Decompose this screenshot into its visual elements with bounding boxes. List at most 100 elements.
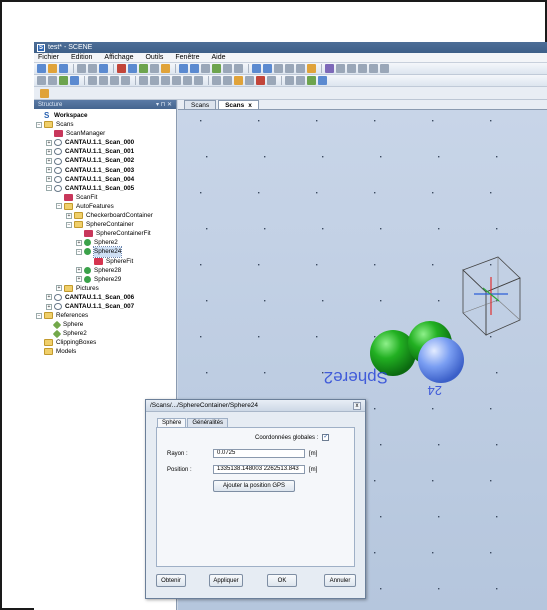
layers-icon[interactable] <box>325 64 334 73</box>
new-icon[interactable] <box>37 64 46 73</box>
view-persp-icon[interactable] <box>172 76 181 85</box>
view-top-icon[interactable] <box>139 76 148 85</box>
tree-item[interactable]: − Sphere24 <box>36 246 176 258</box>
tab-scans-1[interactable]: Scans <box>184 100 217 109</box>
grid-icon[interactable] <box>190 64 199 73</box>
tree-item[interactable]: ScanManager <box>36 129 176 138</box>
tree-item[interactable]: + Sphere28 <box>36 266 176 275</box>
zoom-icon[interactable] <box>347 64 356 73</box>
panel-controls[interactable]: ▾ ⊓ ✕ <box>156 101 172 108</box>
cylinder-icon[interactable] <box>285 64 294 73</box>
expand-icon[interactable]: + <box>46 148 52 155</box>
save-icon[interactable] <box>59 64 68 73</box>
tree-item[interactable]: − AutoFeatures <box>36 202 176 211</box>
collapse-icon[interactable]: − <box>66 221 72 228</box>
marker-icon[interactable] <box>307 64 316 73</box>
display-intensity-icon[interactable] <box>245 76 254 85</box>
collapse-icon[interactable]: − <box>36 121 42 128</box>
menu-aide[interactable]: Aide <box>212 54 226 61</box>
tree-item[interactable]: + CANTAU.1.1_Scan_006 <box>36 293 176 302</box>
tree-item[interactable]: + CANTAU.1.1_Scan_001 <box>36 147 176 156</box>
tree-item[interactable]: − SphereContainer <box>36 220 176 229</box>
plane-icon[interactable] <box>274 64 283 73</box>
tree-item[interactable]: + Sphere2 <box>36 238 176 247</box>
dialog-close-icon[interactable]: x <box>353 401 361 410</box>
clip-icon[interactable] <box>336 64 345 73</box>
position-field[interactable]: 1335138.148003 2262513.843 <box>213 465 305 474</box>
open-icon[interactable] <box>48 64 57 73</box>
pan-icon[interactable] <box>358 64 367 73</box>
collapse-icon[interactable]: − <box>76 248 82 255</box>
scan-place-icon[interactable] <box>59 76 68 85</box>
color-icon[interactable] <box>212 64 221 73</box>
tree-item[interactable]: SphereFit <box>36 257 176 266</box>
view-fit-icon[interactable] <box>194 76 203 85</box>
tree-item[interactable]: + Sphere29 <box>36 275 176 284</box>
ok-button[interactable]: OK <box>267 574 297 587</box>
view-right-icon[interactable] <box>121 76 130 85</box>
view-ortho-icon[interactable] <box>183 76 192 85</box>
workspace-icon[interactable] <box>307 76 316 85</box>
nav-forward-icon[interactable] <box>48 76 57 85</box>
tree-item[interactable]: + CANTAU.1.1_Scan_000 <box>36 138 176 147</box>
menu-affichage[interactable]: Affichage <box>104 54 133 61</box>
add-gps-position-button[interactable]: Ajouter la position GPS <box>213 480 295 492</box>
fullscreen-icon[interactable] <box>296 76 305 85</box>
collapse-icon[interactable]: − <box>46 185 52 192</box>
expand-icon[interactable]: + <box>46 294 52 301</box>
expand-icon[interactable]: + <box>76 276 82 283</box>
display-grid-icon[interactable] <box>267 76 276 85</box>
tree-item[interactable]: Models <box>36 347 176 356</box>
dialog-titlebar[interactable]: /Scans/.../SphereContainer/Sphere24 x <box>146 400 365 412</box>
measure-icon[interactable] <box>161 64 170 73</box>
expand-icon[interactable]: + <box>46 303 52 310</box>
sphere-tool-icon[interactable] <box>296 64 305 73</box>
display-color-icon[interactable] <box>234 76 243 85</box>
tree-item[interactable]: ScanFit <box>36 193 176 202</box>
expand-icon[interactable]: + <box>46 158 52 165</box>
coordinate-cube-icon[interactable] <box>462 256 521 336</box>
reset-view-icon[interactable] <box>380 64 389 73</box>
tree-item[interactable]: SphereContainerFit <box>36 229 176 238</box>
menu-edition[interactable]: Edition <box>71 54 92 61</box>
window-titlebar[interactable]: S test* - SCENE <box>34 42 547 53</box>
expand-icon[interactable]: + <box>56 285 62 292</box>
cancel-button[interactable]: Annuler <box>324 574 356 587</box>
expand-icon[interactable]: + <box>46 176 52 183</box>
apply-button[interactable]: Appliquer <box>209 574 243 587</box>
menu-fichier[interactable]: Fichier <box>38 54 59 61</box>
expand-icon[interactable]: + <box>76 239 82 246</box>
tree-item[interactable]: − CANTAU.1.1_Scan_005 <box>36 184 176 193</box>
nav-back-icon[interactable] <box>37 76 46 85</box>
global-coords-checkbox[interactable]: ✓ <box>322 434 330 441</box>
obtain-button[interactable]: Obtenir <box>156 574 186 587</box>
settings-icon[interactable] <box>318 76 327 85</box>
expand-icon[interactable]: + <box>46 167 52 174</box>
3d-view-icon[interactable] <box>139 64 148 73</box>
collapse-icon[interactable]: − <box>36 312 42 319</box>
select-icon[interactable] <box>252 64 261 73</box>
view-bottom-icon[interactable] <box>150 76 159 85</box>
tree-item[interactable]: S Workspace <box>36 111 176 120</box>
tree-item[interactable]: + CANTAU.1.1_Scan_002 <box>36 156 176 165</box>
help-icon[interactable] <box>99 64 108 73</box>
tree-item[interactable]: ClippingBoxes <box>36 338 176 347</box>
scan-view-icon[interactable] <box>128 64 137 73</box>
tree-item[interactable]: − References <box>36 311 176 320</box>
display-points-icon[interactable] <box>212 76 221 85</box>
menu-outils[interactable]: Outils <box>145 54 163 61</box>
redo-icon[interactable] <box>88 64 97 73</box>
tree-item[interactable]: + CANTAU.1.1_Scan_007 <box>36 302 176 311</box>
expand-icon[interactable]: + <box>76 267 82 274</box>
panel-toggle-icon[interactable] <box>40 88 49 98</box>
view-front-icon[interactable] <box>88 76 97 85</box>
tree-item[interactable]: Sphere <box>36 320 176 329</box>
menu-fenetre[interactable]: Fenêtre <box>175 54 199 61</box>
lasso-icon[interactable] <box>263 64 272 73</box>
register-icon[interactable] <box>117 64 126 73</box>
radius-field[interactable]: 0.0725 <box>213 449 305 458</box>
rotate-icon[interactable] <box>369 64 378 73</box>
tab-close-icon[interactable]: x <box>248 102 252 109</box>
tree-item[interactable]: + CANTAU.1.1_Scan_004 <box>36 175 176 184</box>
undo-icon[interactable] <box>77 64 86 73</box>
